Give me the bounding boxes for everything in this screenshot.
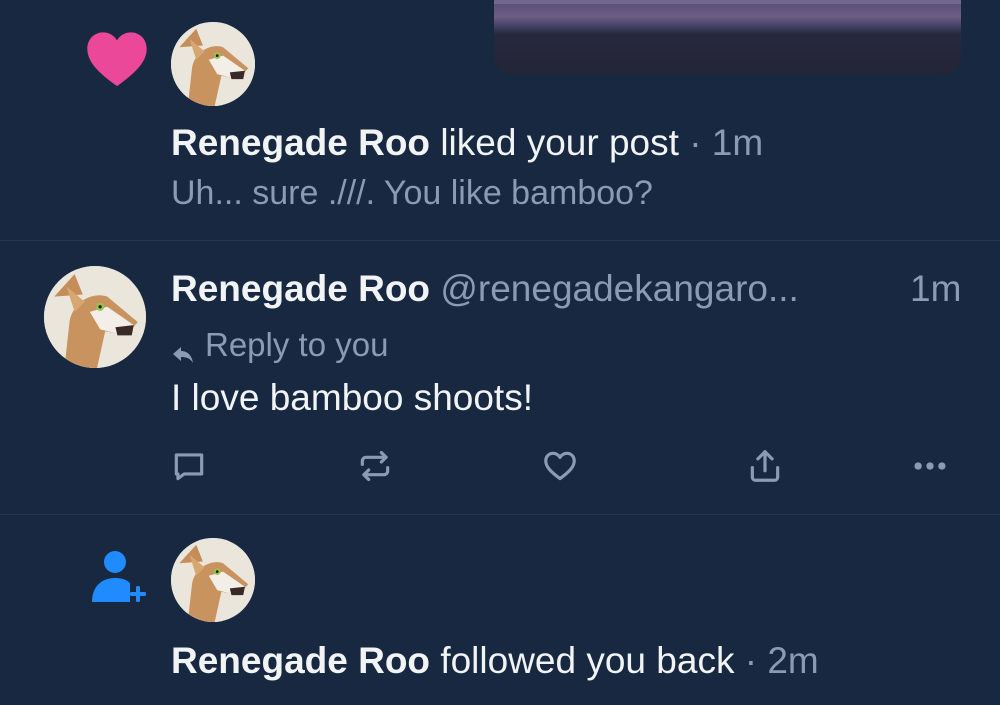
like-notification-line: Renegade Roo liked your post · 1m: [171, 122, 763, 164]
author-handle[interactable]: @renegadekangaro...: [440, 268, 798, 309]
divider: [0, 240, 1000, 241]
comment-icon[interactable]: [169, 446, 209, 486]
follow-notification-line: Renegade Roo followed you back · 2m: [171, 640, 819, 682]
timestamp: 1m: [711, 122, 764, 163]
shoreline-band: [494, 0, 961, 4]
embedded-post-image[interactable]: [494, 0, 961, 74]
timestamp: 1m: [910, 268, 962, 309]
share-icon[interactable]: [745, 446, 785, 486]
avatar[interactable]: [44, 266, 146, 368]
like-icon[interactable]: [540, 446, 580, 486]
post-preview: Uh... sure .///. You like bamboo?: [171, 174, 653, 212]
timestamp: 2m: [767, 640, 819, 681]
post-body: I love bamboo shoots!: [171, 377, 533, 418]
reply-arrow-icon: [171, 335, 195, 363]
avatar[interactable]: [171, 22, 255, 106]
repost-icon[interactable]: [355, 446, 395, 486]
author-name[interactable]: Renegade Roo: [171, 640, 430, 681]
more-icon[interactable]: [910, 446, 950, 486]
reply-indicator: Reply to you: [171, 326, 388, 364]
author-name[interactable]: Renegade Roo: [171, 122, 430, 163]
action-text: liked your post: [440, 122, 679, 163]
separator: ·: [689, 122, 702, 163]
heart-icon: [86, 30, 148, 88]
reply-header: Renegade Roo @renegadekangaro...: [171, 268, 971, 310]
avatar[interactable]: [171, 538, 255, 622]
reply-label: Reply to you: [205, 326, 389, 363]
separator: ·: [744, 640, 758, 681]
divider: [0, 514, 1000, 515]
person-add-icon: [90, 548, 148, 606]
action-text: followed you back: [440, 640, 735, 681]
author-name[interactable]: Renegade Roo: [171, 268, 430, 309]
